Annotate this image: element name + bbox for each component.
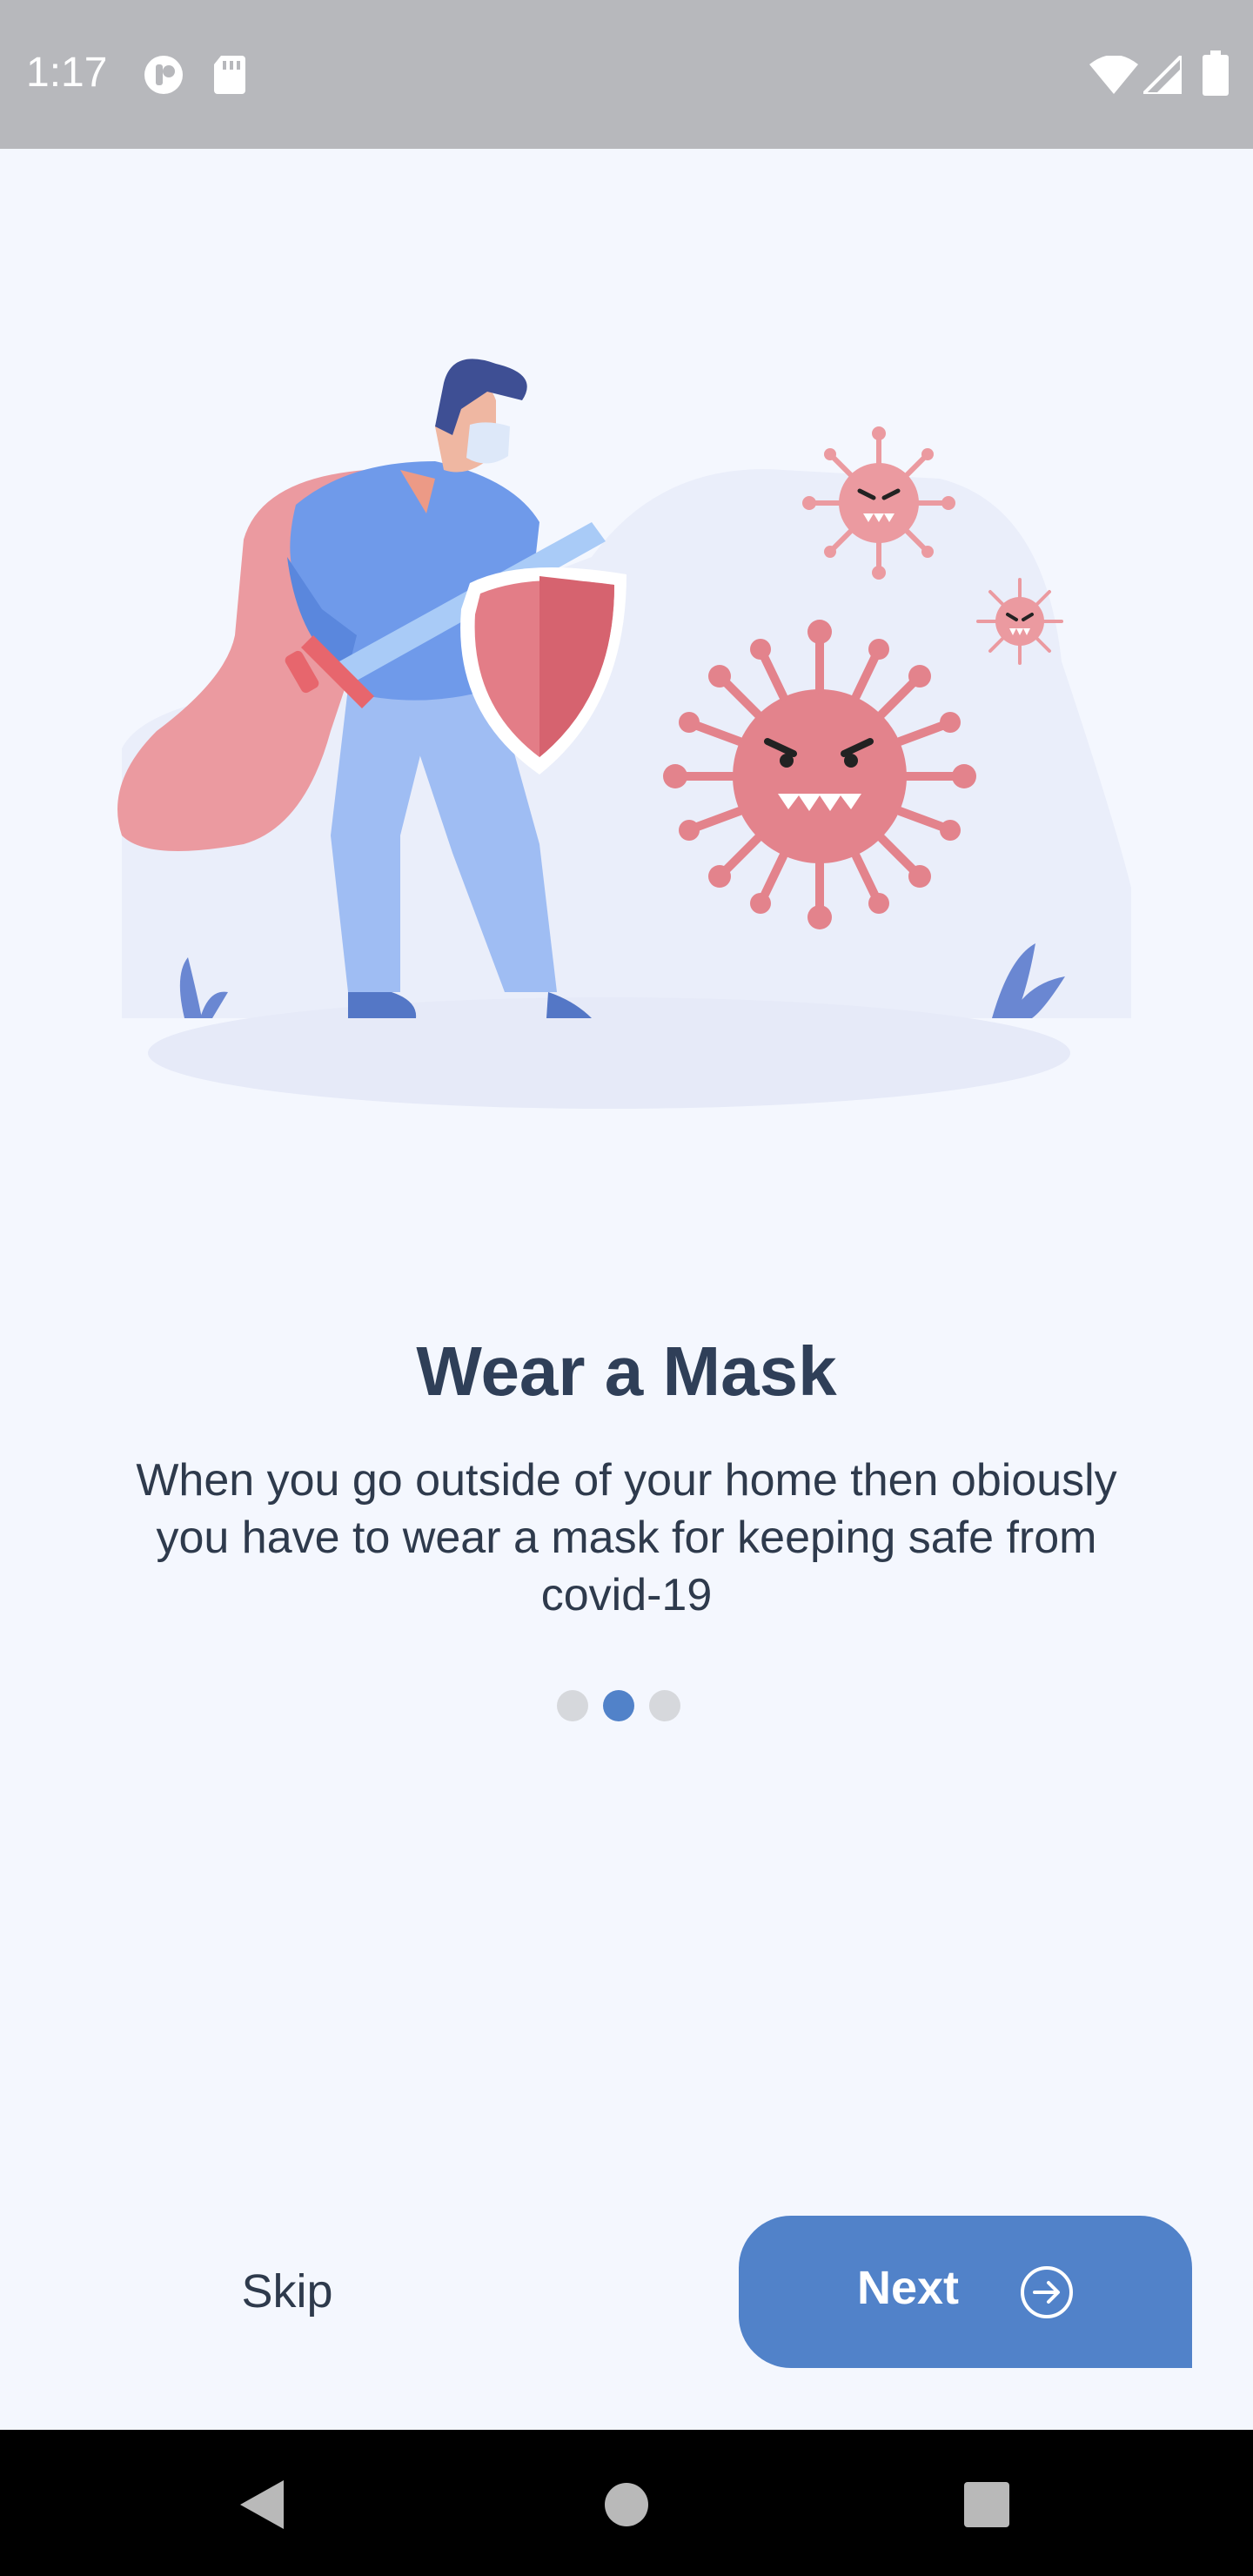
page-dot-1[interactable] [557, 1690, 588, 1721]
home-icon[interactable] [604, 2482, 649, 2527]
ground-shadow [148, 997, 1070, 1109]
page-dot-3[interactable] [649, 1690, 680, 1721]
arrow-right-circle-icon [1021, 2266, 1073, 2318]
next-button[interactable]: Next [739, 2216, 1192, 2368]
hero-head [435, 359, 527, 473]
page-title: Wear a Mask [416, 1332, 837, 1410]
sd-card-icon [214, 56, 245, 94]
page-dot-2-active[interactable] [603, 1690, 634, 1721]
cellular-signal-icon [1143, 56, 1182, 94]
page-indicator [557, 1690, 680, 1721]
back-icon[interactable] [237, 2479, 285, 2531]
status-time: 1:17 [26, 50, 108, 96]
notification-app-icon [144, 56, 183, 94]
status-bar: 1:17 [0, 0, 1253, 149]
skip-button[interactable]: Skip [200, 2263, 374, 2320]
battery-icon [1203, 50, 1229, 96]
wifi-icon [1089, 56, 1138, 94]
mask-hero-illustration [117, 359, 1131, 1109]
recents-icon[interactable] [964, 2482, 1009, 2527]
system-nav-bar [0, 2430, 1253, 2576]
page-description: When you go outside of your home then ob… [136, 1455, 1117, 1620]
virus-small-icon [976, 578, 1063, 665]
next-button-label: Next [857, 2262, 960, 2314]
